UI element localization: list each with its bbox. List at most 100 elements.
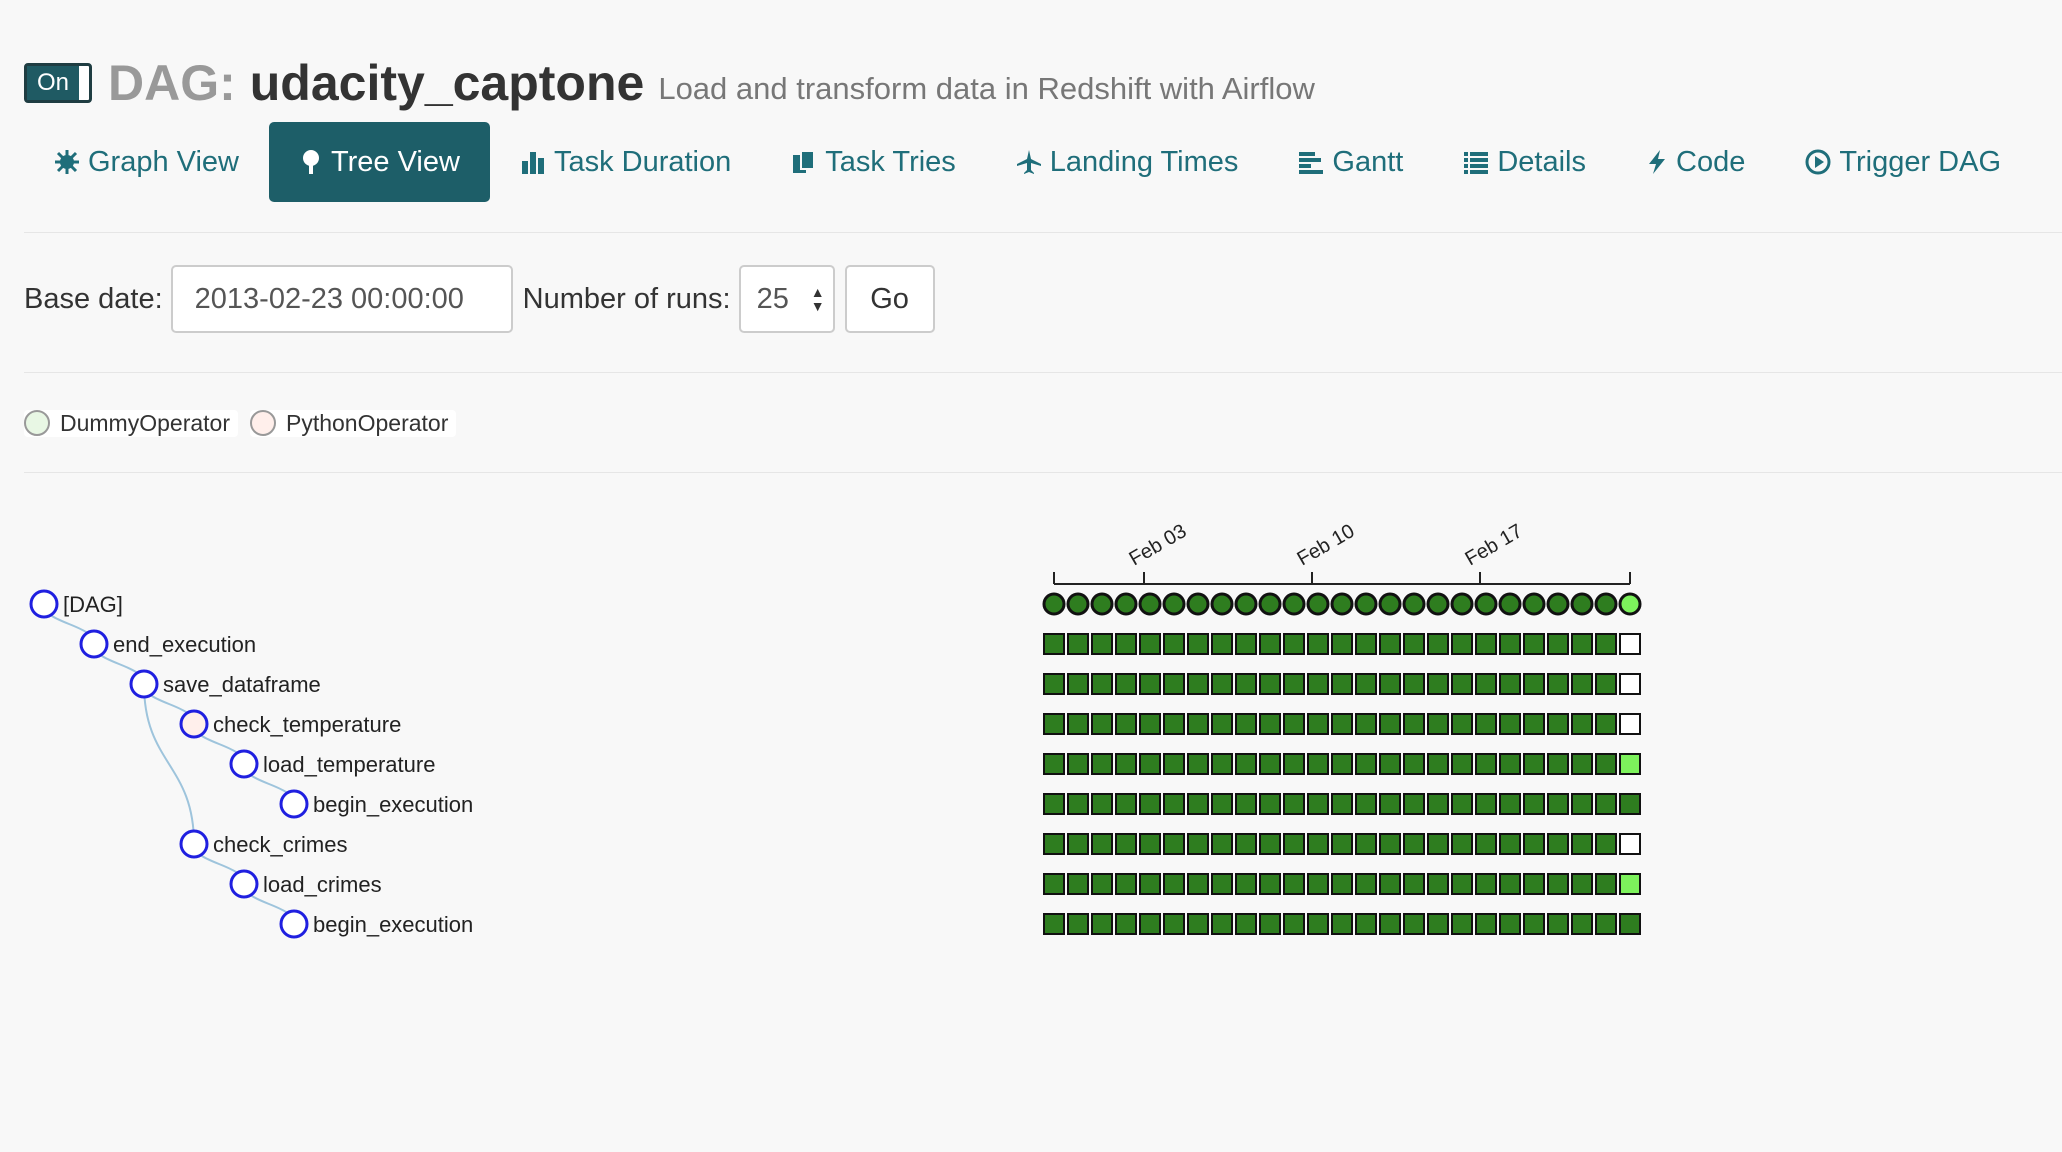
task-instance-square[interactable] — [1307, 873, 1329, 895]
dag-run-circle[interactable] — [1090, 592, 1114, 616]
dag-run-circle[interactable] — [1138, 592, 1162, 616]
task-instance-square[interactable] — [1379, 833, 1401, 855]
task-instance-square[interactable] — [1523, 633, 1545, 655]
task-instance-square[interactable] — [1115, 713, 1137, 735]
task-instance-square[interactable] — [1451, 833, 1473, 855]
task-instance-square[interactable] — [1139, 633, 1161, 655]
task-instance-square[interactable] — [1427, 793, 1449, 815]
task-instance-square[interactable] — [1379, 633, 1401, 655]
tab-tree-view[interactable]: Tree View — [269, 122, 490, 202]
task-instance-square[interactable] — [1283, 673, 1305, 695]
task-instance-square[interactable] — [1307, 713, 1329, 735]
task-instance-square[interactable] — [1523, 753, 1545, 775]
task-instance-square[interactable] — [1571, 633, 1593, 655]
task-instance-square[interactable] — [1235, 793, 1257, 815]
task-instance-square[interactable] — [1547, 633, 1569, 655]
task-instance-square[interactable] — [1115, 913, 1137, 935]
task-instance-square[interactable] — [1523, 673, 1545, 695]
task-label[interactable]: end_execution — [113, 632, 256, 657]
task-instance-square[interactable] — [1115, 753, 1137, 775]
task-instance-square[interactable] — [1619, 673, 1641, 695]
dag-run-circle[interactable] — [1186, 592, 1210, 616]
task-instance-square[interactable] — [1499, 713, 1521, 735]
task-instance-square[interactable] — [1043, 793, 1065, 815]
task-instance-square[interactable] — [1571, 793, 1593, 815]
task-instance-square[interactable] — [1619, 633, 1641, 655]
task-instance-square[interactable] — [1115, 833, 1137, 855]
task-instance-square[interactable] — [1307, 833, 1329, 855]
task-instance-square[interactable] — [1499, 873, 1521, 895]
task-instance-square[interactable] — [1403, 913, 1425, 935]
task-instance-square[interactable] — [1451, 713, 1473, 735]
task-instance-square[interactable] — [1211, 833, 1233, 855]
task-instance-square[interactable] — [1379, 793, 1401, 815]
tab-task-tries[interactable]: Task Tries — [761, 122, 986, 202]
dag-run-circle[interactable] — [1498, 592, 1522, 616]
task-instance-square[interactable] — [1283, 833, 1305, 855]
task-node[interactable] — [129, 669, 159, 699]
task-node[interactable] — [29, 589, 59, 619]
task-instance-square[interactable] — [1211, 713, 1233, 735]
task-instance-square[interactable] — [1235, 633, 1257, 655]
task-instance-square[interactable] — [1475, 793, 1497, 815]
task-instance-square[interactable] — [1475, 753, 1497, 775]
task-instance-square[interactable] — [1187, 633, 1209, 655]
task-instance-square[interactable] — [1379, 913, 1401, 935]
tab-details[interactable]: Details — [1433, 122, 1616, 202]
task-instance-square[interactable] — [1571, 673, 1593, 695]
task-instance-square[interactable] — [1523, 713, 1545, 735]
dag-run-circle[interactable] — [1066, 592, 1090, 616]
tab-trigger-dag[interactable]: Trigger DAG — [1775, 122, 2031, 202]
dag-run-circle[interactable] — [1546, 592, 1570, 616]
task-instance-square[interactable] — [1595, 753, 1617, 775]
task-label[interactable]: check_crimes — [213, 832, 347, 857]
task-label[interactable]: begin_execution — [313, 912, 473, 937]
task-instance-square[interactable] — [1307, 753, 1329, 775]
task-instance-square[interactable] — [1163, 633, 1185, 655]
task-instance-square[interactable] — [1595, 913, 1617, 935]
task-instance-square[interactable] — [1331, 913, 1353, 935]
task-instance-square[interactable] — [1259, 673, 1281, 695]
task-instance-square[interactable] — [1619, 713, 1641, 735]
dag-run-circle[interactable] — [1570, 592, 1594, 616]
task-instance-square[interactable] — [1571, 913, 1593, 935]
task-instance-square[interactable] — [1355, 673, 1377, 695]
task-instance-square[interactable] — [1115, 873, 1137, 895]
task-instance-square[interactable] — [1475, 633, 1497, 655]
task-node[interactable] — [229, 869, 259, 899]
dag-run-circle[interactable] — [1306, 592, 1330, 616]
task-instance-square[interactable] — [1091, 633, 1113, 655]
task-instance-square[interactable] — [1523, 873, 1545, 895]
task-instance-square[interactable] — [1547, 753, 1569, 775]
dag-run-circle[interactable] — [1330, 592, 1354, 616]
task-instance-square[interactable] — [1499, 833, 1521, 855]
tab-task-duration[interactable]: Task Duration — [490, 122, 761, 202]
dag-run-circle[interactable] — [1378, 592, 1402, 616]
task-instance-square[interactable] — [1331, 713, 1353, 735]
dag-run-circle[interactable] — [1522, 592, 1546, 616]
task-instance-square[interactable] — [1115, 673, 1137, 695]
task-instance-square[interactable] — [1235, 873, 1257, 895]
task-instance-square[interactable] — [1547, 913, 1569, 935]
task-instance-square[interactable] — [1067, 633, 1089, 655]
task-instance-square[interactable] — [1043, 913, 1065, 935]
task-instance-square[interactable] — [1379, 753, 1401, 775]
task-instance-square[interactable] — [1451, 633, 1473, 655]
task-instance-square[interactable] — [1427, 873, 1449, 895]
task-instance-square[interactable] — [1331, 753, 1353, 775]
task-instance-square[interactable] — [1547, 793, 1569, 815]
task-instance-square[interactable] — [1475, 713, 1497, 735]
task-instance-square[interactable] — [1475, 873, 1497, 895]
task-instance-square[interactable] — [1331, 673, 1353, 695]
dag-run-circle[interactable] — [1258, 592, 1282, 616]
task-instance-square[interactable] — [1547, 873, 1569, 895]
go-button[interactable]: Go — [844, 265, 935, 333]
dag-run-circle[interactable] — [1210, 592, 1234, 616]
task-label[interactable]: save_dataframe — [163, 672, 321, 697]
task-instance-square[interactable] — [1499, 913, 1521, 935]
task-instance-square[interactable] — [1499, 753, 1521, 775]
task-instance-square[interactable] — [1211, 673, 1233, 695]
task-instance-square[interactable] — [1091, 673, 1113, 695]
task-instance-square[interactable] — [1211, 873, 1233, 895]
task-instance-square[interactable] — [1331, 793, 1353, 815]
